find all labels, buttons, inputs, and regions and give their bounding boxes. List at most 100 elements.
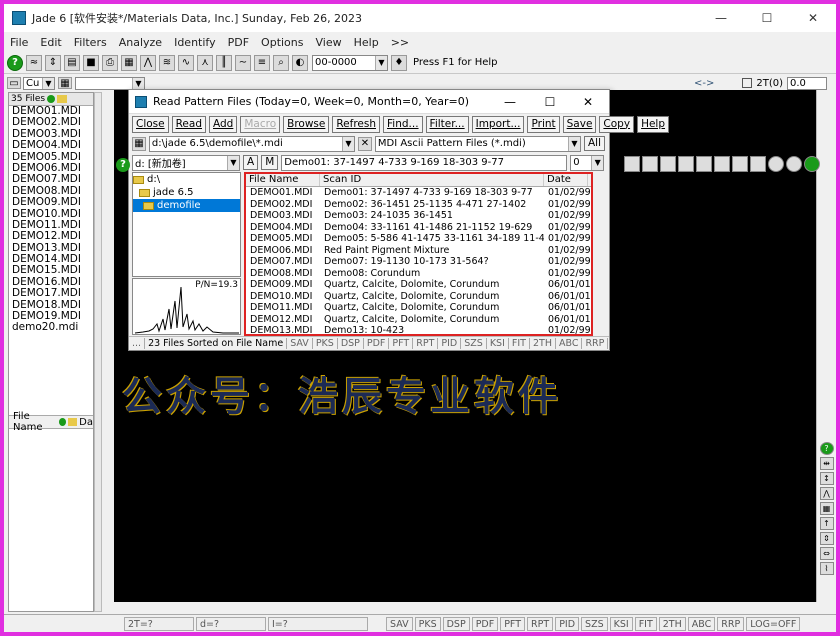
tool-icon[interactable] <box>696 156 712 172</box>
tool-icon[interactable] <box>678 156 694 172</box>
all-button[interactable]: All <box>583 136 605 151</box>
table-row[interactable]: DEMO13.MDI Demo13: 10-423 01/02/99 <box>246 325 591 337</box>
folder-icon[interactable] <box>68 418 78 426</box>
zoom-icon[interactable]: ⌕ <box>273 54 289 71</box>
status-tab[interactable]: PDF <box>471 616 499 631</box>
chevron-down-icon[interactable]: ▼ <box>227 155 239 170</box>
col-date[interactable]: Date <box>544 174 588 186</box>
drop-icon[interactable]: ♦ <box>391 54 407 71</box>
updown-icon[interactable]: ⇕ <box>819 532 834 545</box>
file-list-item[interactable]: DEMO04.MDI <box>9 139 93 151</box>
path-combo[interactable]: d:\jade 6.5\demofile\*.mdi ▼ <box>148 135 355 152</box>
refresh-icon[interactable] <box>59 418 67 426</box>
table-row[interactable]: DEMO07.MDI Demo07: 19-1130 10-173 31-564?… <box>246 256 591 268</box>
tool-icon[interactable] <box>714 156 730 172</box>
leftright-icon[interactable]: ⇔ <box>819 547 834 560</box>
menu-view[interactable]: View <box>310 36 348 49</box>
col-filename[interactable]: File Name <box>246 174 320 186</box>
dialog-close-button[interactable]: ✕ <box>571 90 605 114</box>
close-button[interactable]: ✕ <box>790 4 836 32</box>
status-tab[interactable]: SZS <box>581 616 608 631</box>
browse-button[interactable]: Browse <box>283 115 330 133</box>
find-button[interactable]: Find... <box>383 115 423 133</box>
print-icon[interactable]: ⎙ <box>102 54 118 71</box>
minimize-button[interactable]: — <box>698 4 744 32</box>
dialog-status-tab[interactable]: ABC <box>556 338 583 349</box>
chevron-down-icon[interactable]: ▼ <box>567 136 580 151</box>
scale-icon[interactable]: ↕ <box>819 472 834 485</box>
dialog-status-tab[interactable]: FIT <box>509 338 530 349</box>
menu-edit[interactable]: Edit <box>34 36 67 49</box>
menu-identify[interactable]: Identify <box>168 36 222 49</box>
status-tab[interactable]: DSP <box>442 616 470 631</box>
save-button[interactable]: Save <box>562 115 597 133</box>
status-tab[interactable]: PID <box>555 616 580 631</box>
folder-icon[interactable] <box>57 95 68 103</box>
table-row[interactable]: DEMO08.MDI Demo08: Corundum 01/02/99 <box>246 268 591 280</box>
grid-icon[interactable]: ▦ <box>121 54 137 71</box>
file-list-item[interactable]: DEMO17.MDI <box>9 287 93 299</box>
dialog-status-tab[interactable]: PFT <box>389 338 414 349</box>
ruler-icon[interactable]: ⌇ <box>819 562 834 575</box>
table-row[interactable]: DEMO04.MDI Demo04: 33-1161 41-1486 21-115… <box>246 222 591 234</box>
dialog-status-tab[interactable]: SAV <box>287 338 313 349</box>
status-tab[interactable]: FIT <box>634 616 657 631</box>
drive-combo[interactable]: d: [新加卷] ▼ <box>132 154 240 171</box>
filename-header[interactable]: File Name <box>13 411 57 433</box>
lines-icon[interactable]: ≡ <box>254 54 270 71</box>
file-list-item[interactable]: DEMO09.MDI <box>9 196 93 208</box>
tool-icon[interactable] <box>732 156 748 172</box>
table-row[interactable]: DEMO12.MDI Quartz, Calcite, Dolomite, Cor… <box>246 314 591 326</box>
macro-button[interactable]: Macro <box>240 115 281 133</box>
status-tab[interactable]: ABC <box>687 616 716 631</box>
tree-item-root[interactable]: d:\ <box>133 173 240 186</box>
scan-id-field[interactable]: Demo01: 37-1497 4-733 9-169 18-303 9-77 <box>281 154 568 171</box>
print-button[interactable]: Print <box>527 115 560 133</box>
read-button[interactable]: Read <box>171 115 206 133</box>
dialog-status-tab[interactable]: SZS <box>461 338 487 349</box>
menu-options[interactable]: Options <box>255 36 309 49</box>
menu-analyze[interactable]: Analyze <box>113 36 168 49</box>
import-button[interactable]: Import... <box>471 115 525 133</box>
tool-icon[interactable]: ≈ <box>26 54 42 71</box>
tree-item-jade[interactable]: jade 6.5 <box>133 186 240 199</box>
dialog-status-tab[interactable]: KSI <box>487 338 509 349</box>
peak-icon[interactable]: ⋀ <box>819 487 834 500</box>
dialog-status-tab[interactable]: RPT <box>413 338 439 349</box>
status-tab[interactable]: RPT <box>527 616 554 631</box>
dialog-minimize-button[interactable]: — <box>493 90 527 114</box>
table-row[interactable]: DEMO02.MDI Demo02: 36-1451 25-1135 4-471 … <box>246 199 591 211</box>
status-tab[interactable]: LOG=OFF <box>746 616 801 631</box>
bars-icon[interactable]: ║ <box>216 54 232 71</box>
twotheta-value[interactable]: 0.0 <box>787 76 828 90</box>
tool-icon[interactable] <box>624 156 640 172</box>
status-tab[interactable]: RRP <box>717 616 745 631</box>
help-icon[interactable] <box>804 156 820 172</box>
dialog-status-tab[interactable]: PKS <box>313 338 338 349</box>
gear-icon[interactable] <box>768 156 784 172</box>
menu-filters[interactable]: Filters <box>68 36 113 49</box>
chevron-down-icon[interactable]: ▼ <box>591 155 604 170</box>
filter-icon[interactable]: ≋ <box>159 54 175 71</box>
table-row[interactable]: DEMO01.MDI Demo01: 37-1497 4-733 9-169 18… <box>246 187 591 199</box>
table-row[interactable]: DEMO09.MDI Quartz, Calcite, Dolomite, Cor… <box>246 279 591 291</box>
maximize-button[interactable]: ☐ <box>744 4 790 32</box>
smooth-icon[interactable]: ∿ <box>178 54 194 71</box>
folder-icon[interactable]: ▭ <box>7 77 21 89</box>
pdf-number-combo[interactable]: 00-0000 ▼ <box>312 54 388 71</box>
m-button[interactable]: M <box>261 155 279 170</box>
grid-icon[interactable]: ▦ <box>819 502 834 515</box>
status-tab[interactable]: SAV <box>386 616 413 631</box>
tree-item-demofile[interactable]: demofile <box>133 199 240 212</box>
save-icon[interactable]: ▤ <box>64 54 80 71</box>
dialog-status-tab[interactable]: DSP <box>338 338 364 349</box>
file-list-item[interactable]: demo20.mdi <box>9 322 93 334</box>
dialog-status-tab[interactable]: 2TH <box>530 338 556 349</box>
filter-button[interactable]: Filter... <box>425 115 469 133</box>
table-row[interactable]: DEMO10.MDI Quartz, Calcite, Dolomite, Cor… <box>246 291 591 303</box>
stop-icon[interactable]: ■ <box>83 54 99 71</box>
chevron-down-icon[interactable]: ▼ <box>375 55 387 70</box>
table-row[interactable]: DEMO03.MDI Demo03: 24-1035 36-1451 01/02/9… <box>246 210 591 222</box>
scan-count-field[interactable]: 0 ▼ <box>570 154 605 171</box>
circle-icon[interactable]: ◐ <box>292 54 308 71</box>
